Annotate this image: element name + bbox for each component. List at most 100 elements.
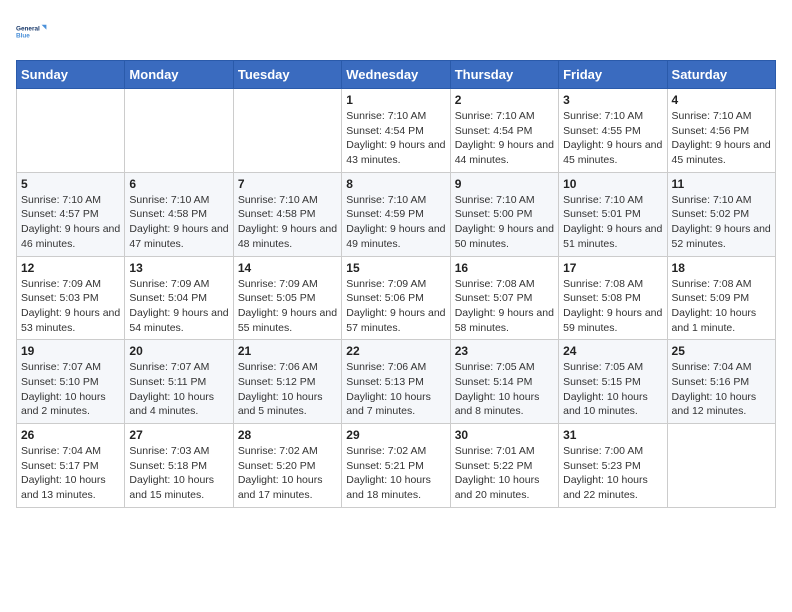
header-wednesday: Wednesday [342,61,450,89]
page-header: GeneralBlue [16,16,776,48]
day-number: 13 [129,261,228,275]
calendar-cell [233,89,341,173]
week-row-4: 19 Sunrise: 7:07 AM Sunset: 5:10 PM Dayli… [17,340,776,424]
day-detail: Sunrise: 7:10 AM Sunset: 4:55 PM Dayligh… [563,109,662,168]
day-number: 12 [21,261,120,275]
calendar-cell: 3Sunrise: 7:10 AM Sunset: 4:55 PM Daylig… [559,89,667,173]
day-number: 27 [129,428,228,442]
calendar-cell: 18 Sunrise: 7:08 AM Sunset: 5:09 PM Dayli… [667,256,775,340]
header-thursday: Thursday [450,61,558,89]
week-row-1: 1 Sunrise: 7:10 AM Sunset: 4:54 PM Daylig… [17,89,776,173]
day-detail: Sunrise: 7:08 AM Sunset: 5:07 PM Dayligh… [455,277,554,336]
week-row-2: 5 Sunrise: 7:10 AM Sunset: 4:57 PM Daylig… [17,172,776,256]
day-detail: Sunrise: 7:08 AM Sunset: 5:08 PM Dayligh… [563,277,662,336]
day-detail: Sunrise: 7:08 AM Sunset: 5:09 PM Dayligh… [672,277,771,336]
logo-icon: GeneralBlue [16,16,48,48]
day-detail: Sunrise: 7:10 AM Sunset: 5:02 PM Dayligh… [672,193,771,252]
day-detail: Sunrise: 7:06 AM Sunset: 5:12 PM Dayligh… [238,360,337,419]
svg-text:General: General [16,25,40,32]
day-number: 28 [238,428,337,442]
day-detail: Sunrise: 7:02 AM Sunset: 5:21 PM Dayligh… [346,444,445,503]
header-sunday: Sunday [17,61,125,89]
day-detail: Sunrise: 7:04 AM Sunset: 5:17 PM Dayligh… [21,444,120,503]
day-detail: Sunrise: 7:10 AM Sunset: 4:58 PM Dayligh… [129,193,228,252]
day-detail: Sunrise: 7:02 AM Sunset: 5:20 PM Dayligh… [238,444,337,503]
calendar-cell [667,424,775,508]
header-monday: Monday [125,61,233,89]
day-number: 5 [21,177,120,191]
day-detail: Sunrise: 7:06 AM Sunset: 5:13 PM Dayligh… [346,360,445,419]
day-number: 26 [21,428,120,442]
calendar-cell: 27 Sunrise: 7:03 AM Sunset: 5:18 PM Dayli… [125,424,233,508]
calendar-cell: 16 Sunrise: 7:08 AM Sunset: 5:07 PM Dayli… [450,256,558,340]
day-number: 1 [346,93,445,107]
calendar-cell: 4Sunrise: 7:10 AM Sunset: 4:56 PM Daylig… [667,89,775,173]
calendar-cell: 12Sunrise: 7:09 AM Sunset: 5:03 PM Dayli… [17,256,125,340]
calendar-cell: 11 Sunrise: 7:10 AM Sunset: 5:02 PM Dayli… [667,172,775,256]
calendar-cell: 30Sunrise: 7:01 AM Sunset: 5:22 PM Dayli… [450,424,558,508]
calendar-cell: 13 Sunrise: 7:09 AM Sunset: 5:04 PM Dayli… [125,256,233,340]
day-number: 11 [672,177,771,191]
day-detail: Sunrise: 7:05 AM Sunset: 5:14 PM Dayligh… [455,360,554,419]
day-detail: Sunrise: 7:10 AM Sunset: 5:01 PM Dayligh… [563,193,662,252]
calendar-cell: 17 Sunrise: 7:08 AM Sunset: 5:08 PM Dayli… [559,256,667,340]
day-number: 2 [455,93,554,107]
day-detail: Sunrise: 7:10 AM Sunset: 5:00 PM Dayligh… [455,193,554,252]
svg-text:Blue: Blue [16,33,30,40]
day-number: 6 [129,177,228,191]
day-detail: Sunrise: 7:10 AM Sunset: 4:58 PM Dayligh… [238,193,337,252]
calendar-cell: 19 Sunrise: 7:07 AM Sunset: 5:10 PM Dayli… [17,340,125,424]
day-detail: Sunrise: 7:09 AM Sunset: 5:05 PM Dayligh… [238,277,337,336]
week-row-5: 26 Sunrise: 7:04 AM Sunset: 5:17 PM Dayli… [17,424,776,508]
calendar-cell: 28 Sunrise: 7:02 AM Sunset: 5:20 PM Dayli… [233,424,341,508]
day-detail: Sunrise: 7:10 AM Sunset: 4:57 PM Dayligh… [21,193,120,252]
day-number: 31 [563,428,662,442]
day-detail: Sunrise: 7:03 AM Sunset: 5:18 PM Dayligh… [129,444,228,503]
logo: GeneralBlue [16,16,48,48]
calendar-cell: 1 Sunrise: 7:10 AM Sunset: 4:54 PM Daylig… [342,89,450,173]
day-number: 16 [455,261,554,275]
calendar-cell: 31 Sunrise: 7:00 AM Sunset: 5:23 PM Dayli… [559,424,667,508]
calendar-cell: 15Sunrise: 7:09 AM Sunset: 5:06 PM Dayli… [342,256,450,340]
calendar-cell: 29 Sunrise: 7:02 AM Sunset: 5:21 PM Dayli… [342,424,450,508]
day-number: 29 [346,428,445,442]
day-number: 7 [238,177,337,191]
calendar-cell: 5 Sunrise: 7:10 AM Sunset: 4:57 PM Daylig… [17,172,125,256]
day-detail: Sunrise: 7:05 AM Sunset: 5:15 PM Dayligh… [563,360,662,419]
calendar-cell: 6 Sunrise: 7:10 AM Sunset: 4:58 PM Daylig… [125,172,233,256]
day-detail: Sunrise: 7:07 AM Sunset: 5:11 PM Dayligh… [129,360,228,419]
day-detail: Sunrise: 7:10 AM Sunset: 4:59 PM Dayligh… [346,193,445,252]
day-number: 19 [21,344,120,358]
calendar-cell: 20Sunrise: 7:07 AM Sunset: 5:11 PM Dayli… [125,340,233,424]
calendar-cell: 23 Sunrise: 7:05 AM Sunset: 5:14 PM Dayli… [450,340,558,424]
header-tuesday: Tuesday [233,61,341,89]
calendar-cell: 9 Sunrise: 7:10 AM Sunset: 5:00 PM Daylig… [450,172,558,256]
day-detail: Sunrise: 7:10 AM Sunset: 4:54 PM Dayligh… [346,109,445,168]
day-detail: Sunrise: 7:00 AM Sunset: 5:23 PM Dayligh… [563,444,662,503]
day-number: 8 [346,177,445,191]
day-detail: Sunrise: 7:07 AM Sunset: 5:10 PM Dayligh… [21,360,120,419]
day-detail: Sunrise: 7:04 AM Sunset: 5:16 PM Dayligh… [672,360,771,419]
day-number: 30 [455,428,554,442]
calendar-header: SundayMondayTuesdayWednesdayThursdayFrid… [17,61,776,89]
calendar-cell: 21Sunrise: 7:06 AM Sunset: 5:12 PM Dayli… [233,340,341,424]
day-number: 17 [563,261,662,275]
day-number: 22 [346,344,445,358]
day-number: 9 [455,177,554,191]
day-detail: Sunrise: 7:10 AM Sunset: 4:54 PM Dayligh… [455,109,554,168]
day-detail: Sunrise: 7:09 AM Sunset: 5:04 PM Dayligh… [129,277,228,336]
calendar-table: SundayMondayTuesdayWednesdayThursdayFrid… [16,60,776,508]
calendar-cell: 14Sunrise: 7:09 AM Sunset: 5:05 PM Dayli… [233,256,341,340]
day-number: 25 [672,344,771,358]
calendar-cell: 8 Sunrise: 7:10 AM Sunset: 4:59 PM Daylig… [342,172,450,256]
week-row-3: 12Sunrise: 7:09 AM Sunset: 5:03 PM Dayli… [17,256,776,340]
header-saturday: Saturday [667,61,775,89]
calendar-cell: 7 Sunrise: 7:10 AM Sunset: 4:58 PM Daylig… [233,172,341,256]
calendar-cell: 25 Sunrise: 7:04 AM Sunset: 5:16 PM Dayli… [667,340,775,424]
day-number: 10 [563,177,662,191]
day-number: 4 [672,93,771,107]
day-number: 18 [672,261,771,275]
calendar-cell [17,89,125,173]
day-number: 15 [346,261,445,275]
day-number: 23 [455,344,554,358]
